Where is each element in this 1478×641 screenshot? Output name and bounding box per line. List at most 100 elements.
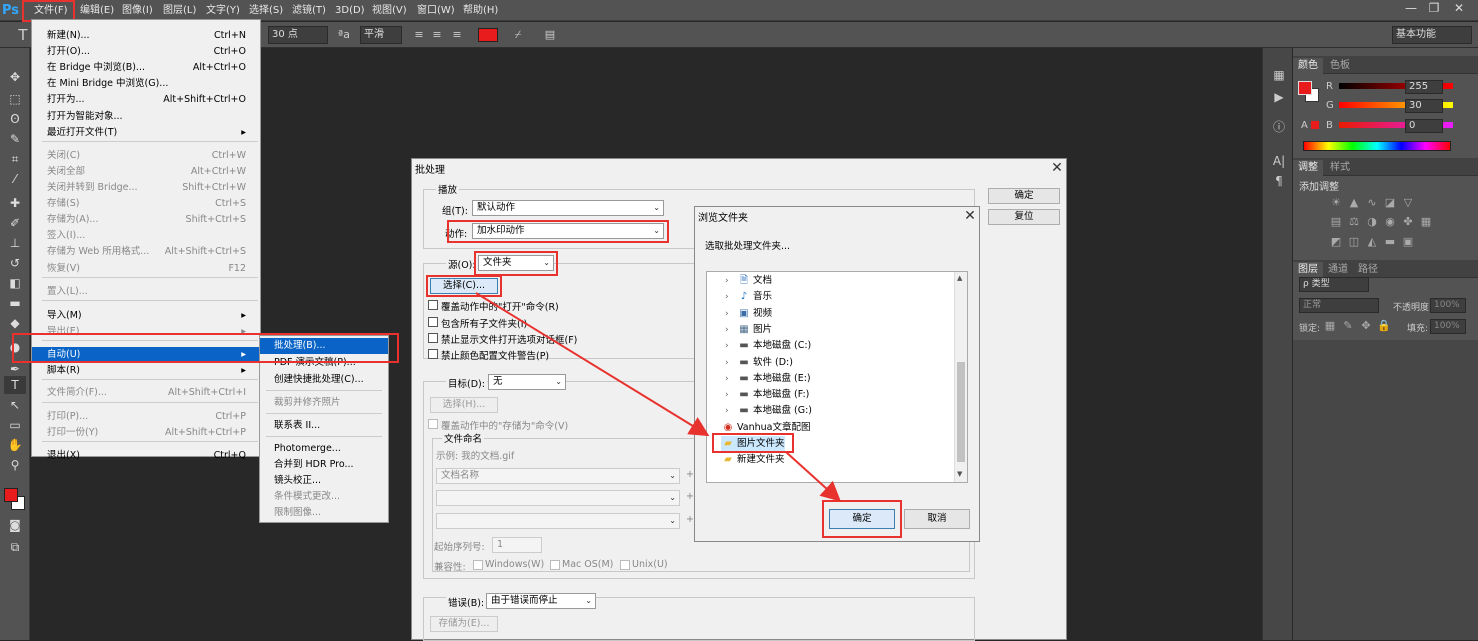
lock-all-icon[interactable]: 🔒: [1377, 319, 1391, 333]
exposure-icon[interactable]: ◪: [1383, 196, 1397, 210]
compat-unix-checkbox[interactable]: [620, 560, 630, 570]
vibrance-icon[interactable]: ▽: [1401, 196, 1415, 210]
batch-close-icon[interactable]: ✕: [1046, 159, 1068, 177]
b-value-input[interactable]: 0: [1405, 119, 1443, 133]
fill-input[interactable]: 100%: [1430, 319, 1466, 334]
automate-menu-item[interactable]: 批处理(B)...: [260, 338, 388, 354]
choose-folder-button[interactable]: 选择(C)...: [430, 278, 498, 294]
browse-cancel-button[interactable]: 取消: [904, 509, 970, 529]
character-panel-icon[interactable]: ▤: [542, 27, 558, 43]
tree-scrollbar[interactable]: ▲ ▼: [954, 272, 967, 482]
automate-menu-item[interactable]: 合并到 HDR Pro...: [260, 457, 388, 473]
chevron-right-icon[interactable]: ›: [725, 371, 737, 387]
compat-windows-checkbox[interactable]: [473, 560, 483, 570]
tree-item[interactable]: › 🗎 文档: [725, 273, 772, 289]
type-tool-icon[interactable]: T: [14, 27, 32, 43]
lock-position-icon[interactable]: ✥: [1359, 319, 1373, 333]
menu-help[interactable]: 帮助(H): [463, 2, 498, 19]
lock-pixels-icon[interactable]: ✎: [1341, 319, 1355, 333]
move-tool-icon[interactable]: ✥: [4, 68, 26, 86]
restore-icon[interactable]: ❐: [1423, 0, 1445, 18]
healing-tool-icon[interactable]: ✚: [4, 194, 26, 212]
automate-menu-item[interactable]: 联系表 II...: [260, 418, 388, 434]
file-menu-item[interactable]: 最近打开文件(T) ▸: [32, 125, 260, 141]
tree-item[interactable]: › ▬ 本地磁盘 (E:): [725, 371, 811, 387]
shape-tool-icon[interactable]: ▭: [4, 416, 26, 434]
quick-select-tool-icon[interactable]: ✎: [4, 130, 26, 148]
chevron-right-icon[interactable]: ›: [725, 403, 737, 419]
actions-play-icon[interactable]: ▶: [1269, 88, 1289, 106]
chevron-right-icon[interactable]: ›: [725, 306, 737, 322]
opacity-input[interactable]: 100%: [1430, 298, 1466, 313]
crop-tool-icon[interactable]: ⌗: [4, 150, 26, 168]
foreground-color-swatch[interactable]: [4, 488, 18, 502]
gradient-tool-icon[interactable]: ▬: [4, 294, 26, 312]
brightness-icon[interactable]: ☀: [1329, 196, 1343, 210]
gradient-map-icon[interactable]: ▬: [1383, 235, 1397, 249]
browse-ok-button[interactable]: 确定: [829, 509, 895, 529]
text-color-swatch[interactable]: [478, 28, 498, 42]
antialias-select[interactable]: 平滑: [360, 26, 402, 44]
batch-reset-button[interactable]: 复位: [988, 209, 1060, 225]
hand-tool-icon[interactable]: ✋: [4, 436, 26, 454]
tree-item[interactable]: ▰ 图片文件夹: [721, 436, 785, 452]
file-menu-item[interactable]: 导出(E) ▸: [32, 324, 260, 340]
invert-icon[interactable]: ◩: [1329, 235, 1343, 249]
automate-menu-item[interactable]: PDF 演示文稿(P)...: [260, 355, 388, 371]
menu-3d[interactable]: 3D(D): [335, 2, 365, 19]
stamp-tool-icon[interactable]: ⊥: [4, 234, 26, 252]
automate-menu-item[interactable]: 条件模式更改...: [260, 489, 388, 505]
name-field-3[interactable]: ⌄: [436, 513, 680, 529]
photo-filter-icon[interactable]: ◉: [1383, 215, 1397, 229]
chevron-right-icon[interactable]: ›: [725, 355, 737, 371]
r-value-input[interactable]: 255: [1405, 80, 1443, 94]
warp-text-icon[interactable]: ⌿: [511, 27, 525, 43]
file-menu-item[interactable]: 存储为 Web 所用格式... Alt+Shift+Ctrl+S: [32, 244, 260, 260]
history-brush-icon[interactable]: ↺: [4, 254, 26, 272]
file-menu-item[interactable]: 在 Bridge 中浏览(B)... Alt+Ctrl+O: [32, 60, 260, 76]
close-window-icon[interactable]: ✕: [1448, 0, 1470, 18]
align-left-icon[interactable]: ≡: [412, 27, 426, 43]
file-menu-item[interactable]: 打开为... Alt+Shift+Ctrl+O: [32, 92, 260, 108]
tab-styles[interactable]: 样式: [1325, 160, 1355, 176]
marquee-tool-icon[interactable]: ⬚: [4, 90, 26, 108]
lasso-tool-icon[interactable]: ʘ: [4, 110, 26, 128]
panel-fg-swatch[interactable]: [1298, 81, 1312, 95]
action-select[interactable]: 加水印动作 ⌄: [472, 223, 664, 239]
tree-item[interactable]: ▰ 新建文件夹: [721, 452, 784, 468]
history-icon[interactable]: ▦: [1269, 66, 1289, 84]
include-subfolders-checkbox[interactable]: [428, 317, 438, 327]
align-right-icon[interactable]: ≡: [450, 27, 464, 43]
color-lookup-icon[interactable]: ▦: [1419, 215, 1433, 229]
automate-menu-item[interactable]: Photomerge...: [260, 441, 388, 457]
file-menu-item[interactable]: 脚本(R) ▸: [32, 363, 260, 379]
source-select[interactable]: 文件夹 ⌄: [478, 255, 554, 271]
tree-item[interactable]: › ♪ 音乐: [725, 289, 772, 305]
scroll-thumb[interactable]: [957, 362, 965, 462]
tab-layers[interactable]: 图层: [1293, 262, 1323, 278]
file-menu-item[interactable]: 存储(S) Ctrl+S: [32, 196, 260, 212]
tab-channels[interactable]: 通道: [1323, 262, 1353, 278]
automate-menu-item[interactable]: 裁剪并修齐照片: [260, 395, 388, 411]
file-menu-item[interactable]: 自动(U) ▸: [32, 347, 260, 363]
bw-icon[interactable]: ◑: [1365, 215, 1379, 229]
zoom-tool-icon[interactable]: ⚲: [4, 456, 26, 474]
tree-item[interactable]: › ▬ 本地磁盘 (C:): [725, 338, 811, 354]
automate-menu-item[interactable]: 创建快捷批处理(C)...: [260, 372, 388, 388]
blur-tool-icon[interactable]: ◆: [4, 314, 26, 332]
workspace-select[interactable]: 基本功能: [1392, 26, 1472, 44]
tree-item[interactable]: › ▬ 本地磁盘 (G:): [725, 403, 812, 419]
file-menu-item[interactable]: 打印(P)... Ctrl+P: [32, 409, 260, 425]
folder-tree[interactable]: › 🗎 文档 › ♪ 音乐 › ▣ 视频 › ▦ 图片 › ▬ 本地磁盘 (C:) › ▬ 软件 (D:) › ▬ 本地…: [706, 271, 968, 483]
color-balance-icon[interactable]: ⚖: [1347, 215, 1361, 229]
eyedropper-tool-icon[interactable]: ⁄: [4, 170, 26, 188]
menu-select[interactable]: 选择(S): [249, 2, 283, 19]
quick-mask-icon[interactable]: ◙: [4, 516, 26, 534]
tree-item[interactable]: › ▦ 图片: [725, 322, 772, 338]
file-menu-item[interactable]: 关闭全部 Alt+Ctrl+W: [32, 164, 260, 180]
file-menu-item[interactable]: 新建(N)... Ctrl+N: [32, 28, 260, 44]
scroll-down-icon[interactable]: ▼: [957, 470, 962, 478]
name-field-2[interactable]: ⌄: [436, 490, 680, 506]
scroll-up-icon[interactable]: ▲: [957, 274, 962, 282]
g-value-input[interactable]: 30: [1405, 99, 1443, 113]
